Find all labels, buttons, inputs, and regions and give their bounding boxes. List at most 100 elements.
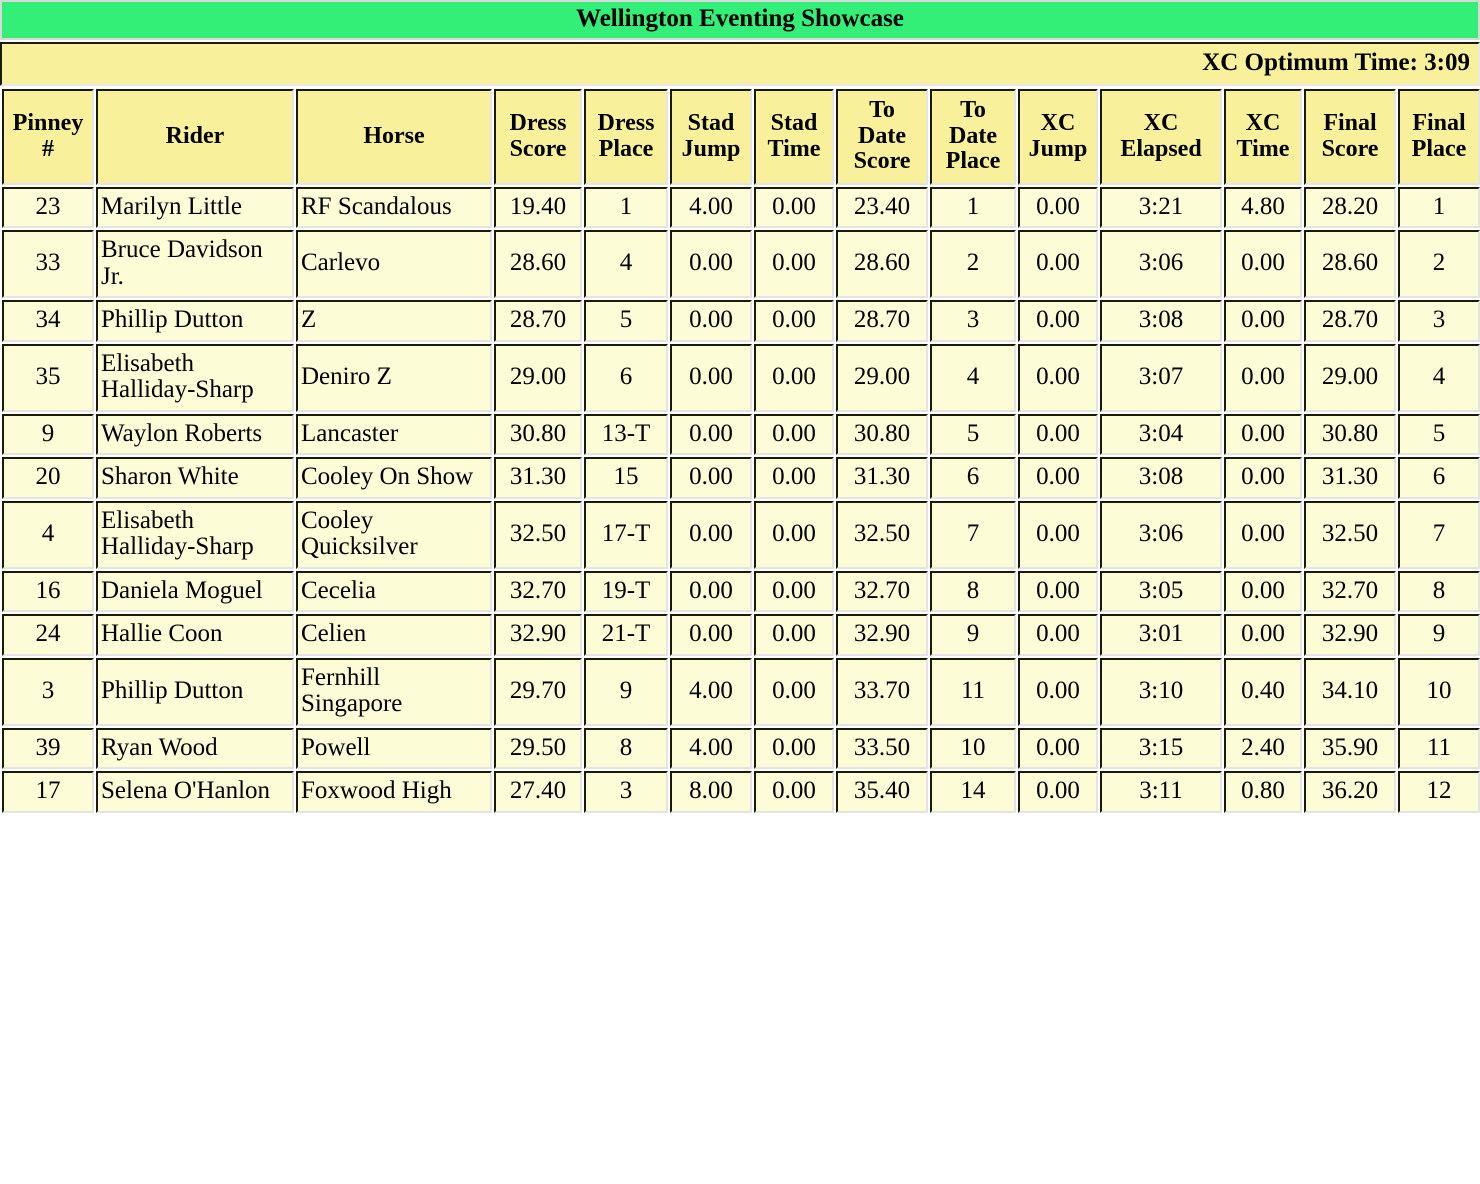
cell-to-date-score: 23.40 [836,186,928,228]
cell-xc-jump: 0.00 [1018,657,1098,726]
cell-dress-score: 31.30 [494,457,582,499]
cell-dress-score: 19.40 [494,186,582,228]
column-header-line: Time [1236,135,1290,162]
cell-final-place: 5 [1398,413,1480,455]
cell-xc-jump: 0.00 [1018,570,1098,612]
cell-stad-jump: 4.00 [670,727,752,769]
table-header-row: Pinney # Rider Horse Dress Score Dress Plac… [2,88,1480,185]
cell-stad-jump: 0.00 [670,230,752,298]
cell-pinney: 33 [2,230,94,298]
cell-xc-time: 0.00 [1224,343,1302,412]
column-header-line: Dress [509,110,567,137]
column-header-line: Date [858,122,906,149]
cell-final-score: 32.70 [1304,570,1396,612]
cell-xc-time: 0.80 [1224,771,1302,813]
cell-stad-jump: 0.00 [670,500,752,569]
cell-xc-elapsed: 3:06 [1100,500,1222,569]
cell-pinney: 9 [2,413,94,455]
cell-horse: Powell [296,727,492,769]
cell-rider: Ryan Wood [96,727,294,769]
cell-pinney: 16 [2,570,94,612]
table-row: 35 Elisabeth Halliday-Sharp Deniro Z 29.00 6… [2,343,1480,412]
cell-final-place: 6 [1398,457,1480,499]
cell-final-score: 32.50 [1304,500,1396,569]
cell-final-place: 12 [1398,771,1480,813]
cell-xc-jump: 0.00 [1018,343,1098,412]
cell-final-score: 29.00 [1304,343,1396,412]
column-header-line: Horse [363,122,425,149]
column-header-line: # [42,135,54,162]
cell-xc-time: 0.00 [1224,300,1302,342]
cell-rider: Elisabeth Halliday-Sharp [96,500,294,569]
cell-to-date-score: 32.90 [836,614,928,656]
cell-stad-time: 0.00 [754,570,834,612]
cell-stad-jump: 0.00 [670,614,752,656]
table-row: 33 Bruce Davidson Jr. Carlevo 28.60 4 0.00 0.0… [2,230,1480,298]
cell-xc-time: 0.00 [1224,614,1302,656]
cell-dress-score: 28.60 [494,230,582,298]
column-header-line: Jump [1028,135,1088,162]
column-header-dress-score: Dress Score [494,88,582,185]
cell-to-date-place: 14 [930,771,1016,813]
cell-to-date-score: 30.80 [836,413,928,455]
cell-xc-time: 0.00 [1224,570,1302,612]
cell-final-place: 3 [1398,300,1480,342]
column-header-line: Jump [681,135,741,162]
cell-stad-time: 0.00 [754,771,834,813]
cell-stad-time: 0.00 [754,230,834,298]
table-row: 20 Sharon White Cooley On Show 31.30 15 0.00 0… [2,457,1480,499]
cell-final-place: 1 [1398,186,1480,228]
optimum-time-row: XC Optimum Time: 3:09 [0,42,1480,86]
cell-xc-elapsed: 3:11 [1100,771,1222,813]
cell-dress-score: 27.40 [494,771,582,813]
column-header-pinney: Pinney # [2,88,94,185]
cell-final-score: 30.80 [1304,413,1396,455]
cell-dress-score: 32.70 [494,570,582,612]
column-header-line: Final [1412,110,1466,137]
cell-pinney: 4 [2,500,94,569]
column-header-line: Elapsed [1120,135,1202,162]
column-header-line: Dress [597,110,655,137]
cell-stad-time: 0.00 [754,300,834,342]
cell-horse: Cooley Quicksilver [296,500,492,569]
cell-pinney: 39 [2,727,94,769]
results-table-body: 23 Marilyn Little RF Scandalous 19.40 1 4.00 0… [2,186,1480,813]
cell-to-date-place: 3 [930,300,1016,342]
column-header-line: To [960,97,986,124]
cell-xc-jump: 0.00 [1018,230,1098,298]
banner-row: Wellington Eventing Showcase [0,0,1480,41]
cell-horse: Z [296,300,492,342]
column-header-final-score: Final Score [1304,88,1396,185]
column-header-to-date-score: To Date Score [836,88,928,185]
cell-dress-place: 21-T [584,614,668,656]
cell-final-place: 9 [1398,614,1480,656]
cell-stad-jump: 0.00 [670,570,752,612]
column-header-line: Time [767,135,821,162]
cell-rider: Waylon Roberts [96,413,294,455]
cell-to-date-place: 6 [930,457,1016,499]
cell-to-date-score: 32.70 [836,570,928,612]
column-header-final-place: Final Place [1398,88,1480,185]
cell-final-score: 31.30 [1304,457,1396,499]
cell-to-date-score: 31.30 [836,457,928,499]
cell-stad-jump: 8.00 [670,771,752,813]
cell-rider: Sharon White [96,457,294,499]
cell-xc-elapsed: 3:04 [1100,413,1222,455]
cell-dress-place: 8 [584,727,668,769]
cell-xc-jump: 0.00 [1018,300,1098,342]
cell-to-date-place: 1 [930,186,1016,228]
cell-rider: Daniela Moguel [96,570,294,612]
cell-stad-time: 0.00 [754,413,834,455]
cell-xc-jump: 0.00 [1018,413,1098,455]
cell-final-score: 28.70 [1304,300,1396,342]
cell-to-date-place: 9 [930,614,1016,656]
table-row: 4 Elisabeth Halliday-Sharp Cooley Quicksil… [2,500,1480,569]
table-row: 39 Ryan Wood Powell 29.50 8 4.00 0.00 33.50 10 0.… [2,727,1480,769]
cell-horse: Foxwood High [296,771,492,813]
table-row: 3 Phillip Dutton Fernhill Singapore 29.70 9 4… [2,657,1480,726]
column-header-line: Score [509,135,567,162]
cell-final-score: 34.10 [1304,657,1396,726]
cell-stad-jump: 0.00 [670,300,752,342]
cell-dress-place: 4 [584,230,668,298]
cell-xc-elapsed: 3:01 [1100,614,1222,656]
